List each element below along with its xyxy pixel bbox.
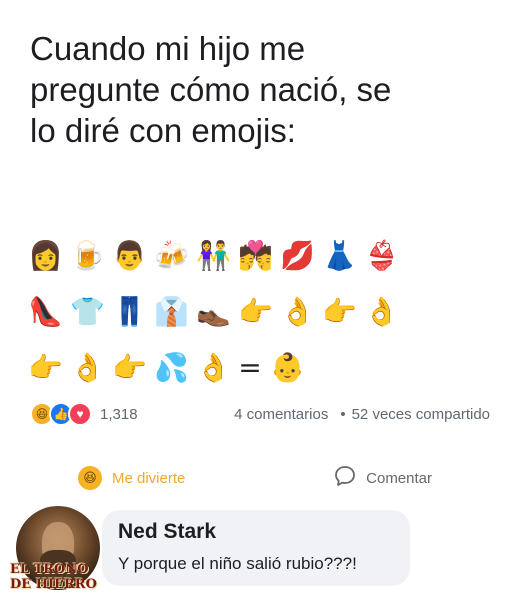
haha-icon: 😆 bbox=[78, 466, 102, 490]
watermark-logo: EL TRONO DE HIERRO bbox=[10, 562, 110, 592]
post-text-line: lo diré con emojis: bbox=[30, 112, 296, 149]
emoji-row: 👉 👌 👉 💦 👌 = 👶 bbox=[28, 340, 488, 396]
comment-text: Y porque el niño salió rubio???! bbox=[118, 554, 357, 573]
emoji-row: 👠 👕 👖 👔 👞 👉 👌 👉 👌 bbox=[28, 284, 488, 340]
pointing-right-icon: 👉 bbox=[238, 295, 273, 328]
comment: EL TRONO DE HIERRO Ned Stark Y porque el… bbox=[10, 502, 506, 598]
kiss-mark-icon: 💋 bbox=[280, 239, 315, 272]
pointing-right-icon: 👉 bbox=[28, 351, 63, 384]
post-text-line: Cuando mi hijo me bbox=[30, 30, 306, 67]
watermark-line: DE HIERRO bbox=[10, 577, 97, 592]
shares-count[interactable]: 52 veces compartido bbox=[352, 406, 490, 423]
comment-author[interactable]: Ned Stark bbox=[118, 520, 216, 544]
comment-bubble: Ned Stark Y porque el niño salió rubio??… bbox=[102, 510, 410, 586]
comment-button[interactable]: Comentar bbox=[326, 461, 440, 495]
reactions-bar: 😆 👍 ♥ 1,318 4 comentarios • 52 veces com… bbox=[30, 402, 490, 426]
couple-icon: 👫 bbox=[196, 239, 231, 272]
action-bar: 😆 Me divierte Comentar bbox=[30, 458, 480, 498]
ok-hand-icon: 👌 bbox=[364, 295, 399, 328]
separator-dot: • bbox=[340, 405, 346, 423]
pointing-right-icon: 👉 bbox=[112, 351, 147, 384]
sweat-droplets-icon: 💦 bbox=[154, 351, 189, 384]
baby-icon: 👶 bbox=[270, 351, 305, 384]
necktie-icon: 👔 bbox=[154, 295, 189, 328]
jeans-icon: 👖 bbox=[112, 295, 147, 328]
high-heel-icon: 👠 bbox=[28, 295, 63, 328]
man-icon: 👨 bbox=[112, 239, 147, 272]
ok-hand-icon: 👌 bbox=[196, 351, 231, 384]
reaction-icons[interactable]: 😆 👍 ♥ bbox=[30, 402, 92, 426]
comment-label: Comentar bbox=[366, 469, 432, 487]
watermark-line: EL TRONO bbox=[10, 562, 89, 577]
beer-mug-icon: 🍺 bbox=[70, 239, 105, 272]
equals-sign: = bbox=[238, 351, 262, 384]
dress-icon: 👗 bbox=[322, 239, 357, 272]
reaction-count[interactable]: 1,318 bbox=[100, 406, 138, 423]
haha-label: Me divierte bbox=[112, 469, 186, 487]
ok-hand-icon: 👌 bbox=[280, 295, 315, 328]
bikini-icon: 👙 bbox=[364, 239, 399, 272]
clinking-beers-icon: 🍻 bbox=[154, 239, 189, 272]
emoji-grid: 👩 🍺 👨 🍻 👫 💏 💋 👗 👙 👠 👕 👖 👔 👞 👉 👌 👉 👌 👉 👌 👉 💦 👌 = 👶 bbox=[28, 228, 488, 396]
ok-hand-icon: 👌 bbox=[70, 351, 105, 384]
pointing-right-icon: 👉 bbox=[322, 295, 357, 328]
shoe-icon: 👞 bbox=[196, 295, 231, 328]
post-text: Cuando mi hijo me pregunte cómo nació, s… bbox=[30, 28, 490, 151]
haha-button[interactable]: 😆 Me divierte bbox=[70, 462, 193, 494]
comments-count[interactable]: 4 comentarios bbox=[234, 406, 328, 423]
woman-icon: 👩 bbox=[28, 239, 63, 272]
tshirt-icon: 👕 bbox=[70, 295, 105, 328]
emoji-row: 👩 🍺 👨 🍻 👫 💏 💋 👗 👙 bbox=[28, 228, 488, 284]
post-text-line: pregunte cómo nació, se bbox=[30, 71, 392, 108]
love-reaction-icon: ♥ bbox=[68, 402, 92, 426]
comment-bubble-icon bbox=[334, 465, 356, 491]
kiss-couple-icon: 💏 bbox=[238, 239, 273, 272]
